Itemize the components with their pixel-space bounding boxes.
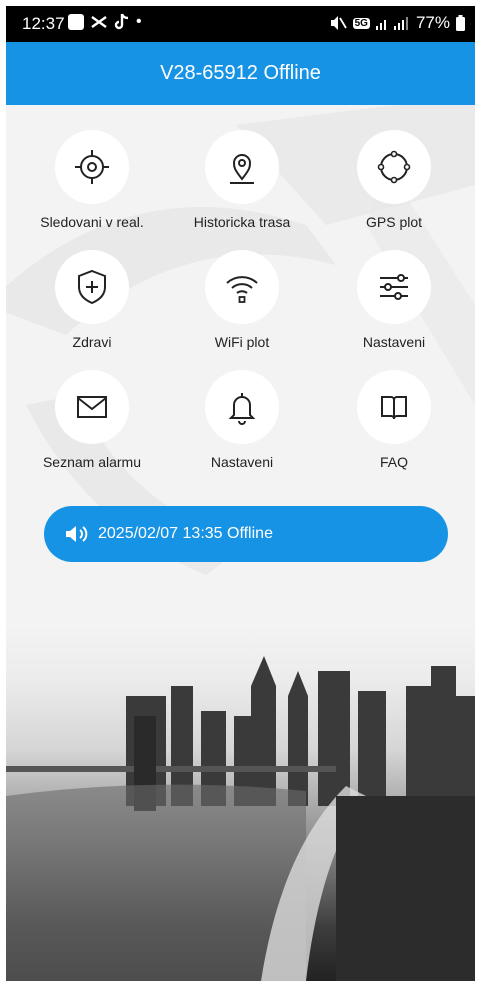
tile-settings[interactable]: Nastaveni [314, 250, 474, 350]
tile-label: FAQ [379, 454, 408, 470]
tile-label: GPS plot [365, 214, 423, 230]
tile-label: Nastaveni [362, 334, 426, 350]
status-time: 12:37 [22, 14, 65, 33]
tile-label: Seznam alarmu [42, 454, 142, 470]
tile-notification-settings[interactable]: Nastaveni [162, 370, 322, 470]
tile-label: WiFi plot [214, 334, 270, 350]
tile-label: Zdravi [72, 334, 112, 350]
shield-plus-icon [78, 269, 106, 305]
status-banner[interactable]: 2025/02/07 13:35 Offline [44, 506, 448, 562]
tile-faq[interactable]: FAQ [314, 370, 474, 470]
speaker-icon [66, 526, 88, 542]
more-dot-icon: • [136, 13, 142, 30]
battery-icon [456, 15, 465, 31]
app-frame: 12:37 • 5G 77% V28-65912 Offline Sledova… [6, 6, 475, 981]
tile-label: Nastaveni [210, 454, 274, 470]
tile-history-route[interactable]: Historicka trasa [162, 130, 322, 230]
city-skyline-image [6, 626, 475, 981]
tile-alarm-list[interactable]: Seznam alarmu [12, 370, 172, 470]
tile-label: Historicka trasa [193, 214, 291, 230]
sliders-icon [380, 274, 408, 300]
bell-icon [228, 393, 256, 425]
tile-wifi-fence[interactable]: WiFi plot [162, 250, 322, 350]
network-type-badge: 5G [352, 17, 370, 29]
capcut-icon [91, 16, 107, 28]
status-bar: 12:37 • 5G 77% [6, 6, 475, 42]
book-icon [381, 396, 407, 420]
status-banner-text: 2025/02/07 13:35 Offline [98, 525, 273, 542]
mute-icon [330, 16, 347, 30]
header-bar: V28-65912 Offline [6, 42, 475, 105]
tile-realtime-tracking[interactable]: Sledovani v real. [12, 130, 172, 230]
battery-percent: 77% [415, 13, 450, 32]
wifi-icon [226, 276, 258, 303]
city-skyline-graphic [6, 656, 475, 981]
envelope-icon [77, 396, 107, 418]
tile-label: Sledovani v real. [40, 214, 144, 230]
location-pin-icon [230, 154, 254, 184]
tile-gps-fence[interactable]: GPS plot [314, 130, 474, 230]
signal-icon [375, 17, 408, 30]
page-title: V28-65912 Offline [160, 62, 321, 84]
crosshair-icon [75, 150, 109, 184]
notification-app-icon [68, 14, 84, 30]
tiktok-icon [114, 13, 129, 30]
geofence-icon [377, 150, 411, 184]
tile-health[interactable]: Zdravi [12, 250, 172, 350]
